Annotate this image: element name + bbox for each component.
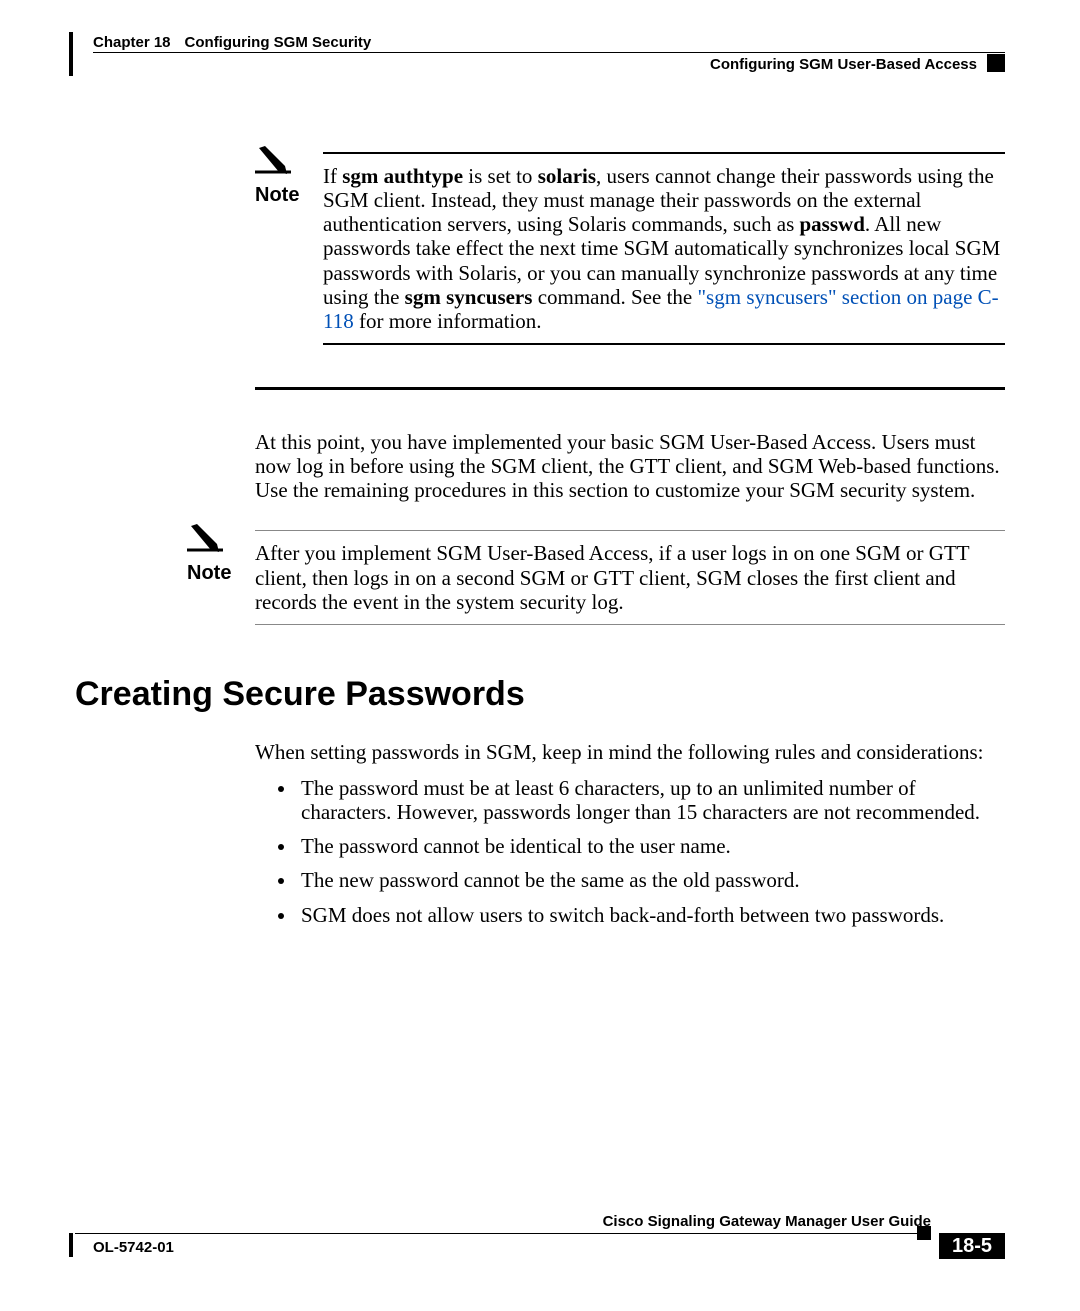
- note-body-1: If sgm authtype is set to solaris, users…: [323, 164, 1005, 333]
- heading-creating-secure-passwords: Creating Secure Passwords: [75, 675, 1005, 714]
- header-corner-box: [987, 54, 1005, 72]
- cmd-sgm-authtype: sgm authtype: [342, 164, 463, 188]
- note-body-2: After you implement SGM User-Based Acces…: [255, 541, 1005, 613]
- doc-id: OL-5742-01: [93, 1239, 174, 1256]
- t: command. See the: [532, 285, 697, 309]
- chapter-label: Chapter 18: [93, 34, 171, 51]
- list-item: The password must be at least 6 characte…: [297, 776, 1005, 824]
- t: If: [323, 164, 342, 188]
- page-footer: Cisco Signaling Gateway Manager User Gui…: [75, 1233, 1005, 1273]
- cmd-sgm-syncusers: sgm syncusers: [405, 285, 533, 309]
- t: is set to: [463, 164, 538, 188]
- header-left-bar: [69, 32, 73, 76]
- footer-left-bar: [69, 1233, 73, 1257]
- note-rule-top: [255, 530, 1005, 531]
- page: Chapter 18 Configuring SGM Security Confi…: [0, 0, 1080, 1311]
- t: for more information.: [354, 309, 542, 333]
- page-header: Chapter 18 Configuring SGM Security Confi…: [75, 32, 1005, 76]
- note-rule-bottom: [255, 624, 1005, 625]
- rules-list: The password must be at least 6 characte…: [255, 776, 1005, 927]
- pencil-icon: [255, 146, 291, 176]
- section-divider: [255, 387, 1005, 390]
- pencil-icon: [187, 524, 223, 559]
- note-rule-bottom: [323, 343, 1005, 345]
- note-block-1: Note If sgm authtype is set to solaris, …: [255, 152, 1005, 345]
- chapter-line: Chapter 18 Configuring SGM Security: [93, 34, 371, 51]
- page-number: 18-5: [939, 1233, 1005, 1259]
- footer-rule: [75, 1233, 931, 1234]
- chapter-title: Configuring SGM Security: [185, 34, 372, 51]
- note-block-2: Note After you implement SGM User-Based …: [187, 530, 1005, 624]
- paragraph-intro-rules: When setting passwords in SGM, keep in m…: [255, 740, 1005, 764]
- list-item: SGM does not allow users to switch back-…: [297, 903, 1005, 927]
- paragraph-summary: At this point, you have implemented your…: [255, 430, 1005, 502]
- content: Note If sgm authtype is set to solaris, …: [75, 152, 1005, 927]
- section-title: Configuring SGM User-Based Access: [710, 56, 977, 73]
- list-item: The new password cannot be the same as t…: [297, 868, 1005, 892]
- book-title: Cisco Signaling Gateway Manager User Gui…: [603, 1213, 931, 1230]
- cmd-solaris: solaris: [538, 164, 596, 188]
- note-label: Note: [187, 562, 231, 585]
- list-item: The password cannot be identical to the …: [297, 834, 1005, 858]
- header-underline: [93, 52, 1005, 53]
- cmd-passwd: passwd: [800, 212, 865, 236]
- note-label: Note: [255, 184, 299, 207]
- note-rule-top: [323, 152, 1005, 154]
